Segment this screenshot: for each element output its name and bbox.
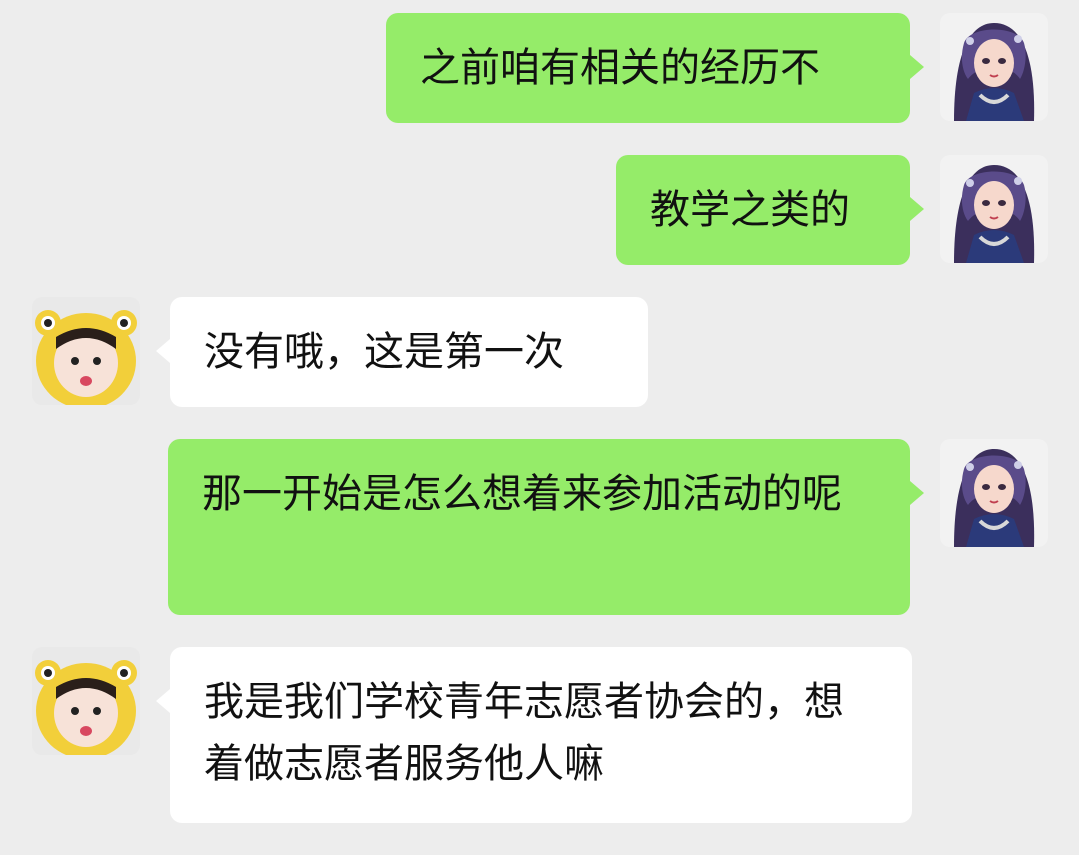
anime-girl-avatar[interactable]	[940, 439, 1048, 547]
bubble-tail	[156, 689, 170, 713]
chat-window: 之前咱有相关的经历不 教学之类的 没有哦，这是第一次 那一开始是怎么想着来参加活…	[0, 0, 1079, 855]
bubble-tail	[156, 339, 170, 363]
baby-frog-hat-avatar-image	[32, 297, 140, 405]
anime-girl-avatar[interactable]	[940, 155, 1048, 263]
message-text: 我是我们学校青年志愿者协会的，想着做志愿者服务他人嘛	[204, 679, 844, 787]
anime-girl-avatar[interactable]	[940, 13, 1048, 121]
message-bubble-received[interactable]: 没有哦，这是第一次	[170, 297, 648, 407]
anime-girl-avatar-image	[940, 155, 1048, 263]
message-text: 没有哦，这是第一次	[204, 329, 564, 375]
bubble-tail	[910, 197, 924, 221]
message-bubble-sent[interactable]: 教学之类的	[616, 155, 910, 265]
message-text: 之前咱有相关的经历不	[420, 45, 820, 91]
anime-girl-avatar-image	[940, 439, 1048, 547]
baby-frog-hat-avatar[interactable]	[32, 297, 140, 405]
message-bubble-sent[interactable]: 之前咱有相关的经历不	[386, 13, 910, 123]
bubble-tail	[910, 481, 924, 505]
bubble-tail	[910, 55, 924, 79]
baby-frog-hat-avatar-image	[32, 647, 140, 755]
message-bubble-sent[interactable]: 那一开始是怎么想着来参加活动的呢	[168, 439, 910, 615]
message-text: 那一开始是怎么想着来参加活动的呢	[202, 471, 842, 517]
baby-frog-hat-avatar[interactable]	[32, 647, 140, 755]
anime-girl-avatar-image	[940, 13, 1048, 121]
message-bubble-received[interactable]: 我是我们学校青年志愿者协会的，想着做志愿者服务他人嘛	[170, 647, 912, 823]
message-text: 教学之类的	[650, 187, 850, 233]
